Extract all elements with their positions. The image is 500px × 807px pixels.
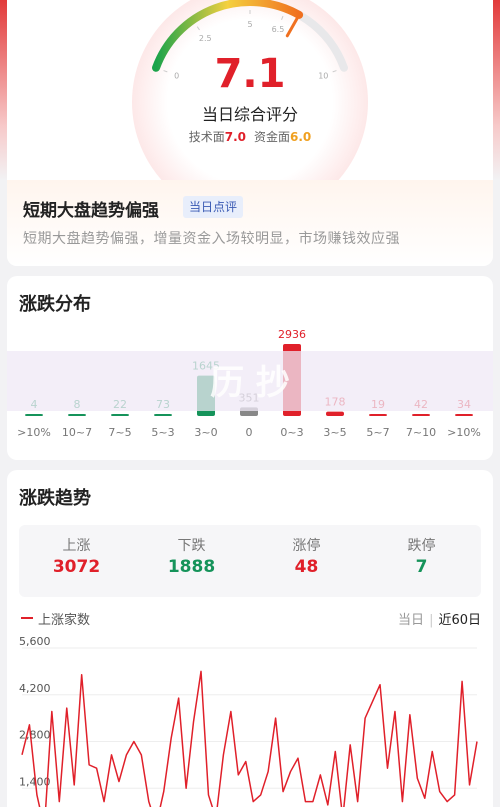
sub-scores: 技术面7.0 资金面6.0: [7, 128, 493, 145]
dist-bar: [154, 414, 172, 416]
dist-category-label: 5~7: [366, 426, 389, 439]
dist-bar: [68, 414, 86, 416]
dist-bar: [326, 411, 344, 416]
capital-value: 6.0: [290, 130, 312, 144]
series-line-up-count: [21, 670, 478, 807]
range-60days[interactable]: 近60日: [438, 613, 481, 628]
stat-limit-down-value: 7: [415, 557, 428, 577]
dist-category-label: 7~5: [108, 426, 131, 439]
stat-limit-down-label: 跌停: [407, 538, 436, 554]
trend-card: 涨跌趋势 上涨 3072 下跌 1888 涨停 48 跌停 7 上涨家数 当日 |…: [7, 470, 493, 807]
dist-category-label: 5~3: [151, 426, 174, 439]
distribution-card: 涨跌分布 4>10%810~7227~5735~316453~035102936…: [7, 276, 493, 460]
overlay-text: 历 抄: [210, 363, 290, 403]
stat-down-label: 下跌: [177, 538, 206, 554]
y-tick-label: 2,800: [19, 729, 51, 742]
technical-value: 7.0: [224, 130, 246, 144]
legend-label: 上涨家数: [38, 613, 91, 628]
dist-category-label: >10%: [447, 426, 481, 439]
dist-bar: [455, 414, 473, 416]
dist-category-label: 7~10: [406, 426, 436, 439]
stat-limit-up-value: 48: [294, 557, 319, 577]
trend-title: 涨跌趋势: [19, 488, 91, 509]
stat-up-label: 上涨: [62, 538, 91, 554]
gauge-tick-label: 2.5: [199, 34, 212, 43]
left-edge-decoration: [0, 0, 7, 180]
score-value: 7.1: [214, 51, 286, 97]
dist-value-label: 2936: [278, 328, 306, 341]
comment-text: 短期大盘趋势偏强，增量资金入场较明显，市场赚钱效应强: [23, 231, 400, 247]
capital-label: 资金面: [254, 130, 291, 144]
trend-stats: 上涨 3072 下跌 1888 涨停 48 跌停 7: [19, 525, 481, 597]
dist-category-label: 0~3: [280, 426, 303, 439]
dist-bar: [412, 414, 430, 416]
dist-bar: [25, 414, 43, 416]
dist-category-label: 10~7: [62, 426, 92, 439]
stat-limit-up-label: 涨停: [292, 538, 321, 554]
gauge-tick-label: 6.5: [272, 25, 285, 34]
technical-label: 技术面: [188, 130, 225, 144]
distribution-title: 涨跌分布: [19, 294, 91, 315]
distribution-chart: 4>10%810~7227~5735~316453~0351029360~317…: [7, 328, 493, 439]
dist-category-label: 0: [246, 426, 253, 439]
comment-title: 短期大盘趋势偏强: [23, 201, 159, 221]
y-tick-label: 5,600: [19, 635, 51, 648]
legend-swatch: [21, 617, 33, 619]
dist-category-label: >10%: [17, 426, 51, 439]
dist-bar: [369, 414, 387, 416]
range-toggle: 当日 | 近60日: [398, 613, 481, 628]
comment-tag[interactable]: 当日点评: [183, 196, 244, 218]
score-gauge: 0 2.5 5 6.5 10 7.1 当日综合评分 技术面7.0 资金面6.0: [7, 0, 493, 180]
y-tick-label: 4,200: [19, 682, 51, 695]
trend-line-chart: 5,6004,2002,8001,400: [19, 635, 478, 807]
gauge-tick-label: 5: [247, 20, 252, 29]
dist-category-label: 3~0: [194, 426, 217, 439]
stat-up-value: 3072: [52, 557, 101, 577]
score-label: 当日综合评分: [201, 105, 298, 124]
right-edge-decoration: [493, 0, 500, 180]
daily-comment: 短期大盘趋势偏强 当日点评 短期大盘趋势偏强，增量资金入场较明显，市场赚钱效应强: [7, 180, 493, 266]
stat-down-value: 1888: [167, 557, 216, 577]
dist-category-label: 3~5: [323, 426, 346, 439]
dist-bar: [111, 414, 129, 416]
range-today[interactable]: 当日: [398, 613, 424, 628]
score-card: 0 2.5 5 6.5 10 7.1 当日综合评分 技术面7.0 资金面6.0 短期大盘趋…: [7, 0, 493, 266]
